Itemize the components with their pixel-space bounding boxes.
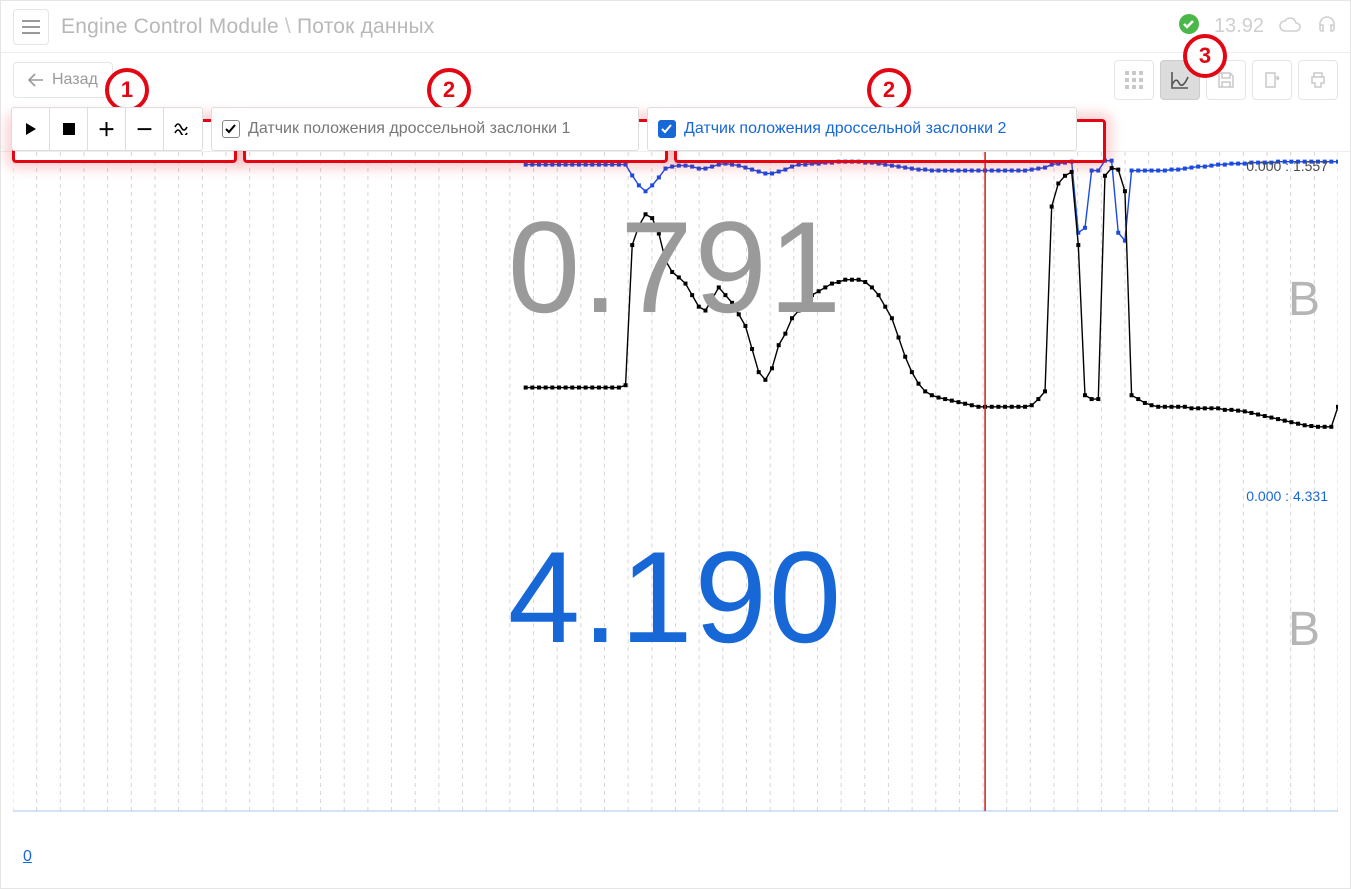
- battery-voltage: 13.92: [1214, 15, 1264, 38]
- sensor-1-range: 0.000 : 1.557: [1246, 158, 1328, 174]
- cloud-icon[interactable]: [1278, 15, 1302, 39]
- floppy-icon: [1216, 70, 1236, 90]
- wave-button[interactable]: [164, 108, 202, 150]
- zero-label[interactable]: 0: [23, 848, 32, 866]
- print-icon: [1308, 70, 1328, 90]
- arrow-left-icon: [28, 73, 44, 87]
- export-button[interactable]: [1252, 60, 1292, 100]
- sensor-2-range: 0.000 : 4.331: [1246, 488, 1328, 504]
- chart-area[interactable]: 0.791 В 0.000 : 1.557 4.190 В 0.000 : 4.…: [1, 151, 1350, 888]
- grid-view-button[interactable]: [1114, 60, 1154, 100]
- export-icon: [1262, 70, 1282, 90]
- play-button[interactable]: [12, 108, 50, 150]
- hamburger-icon: [22, 20, 40, 34]
- sensor-2-checkbox[interactable]: [658, 120, 676, 138]
- graph-view-button[interactable]: [1160, 60, 1200, 100]
- sensor-1-box[interactable]: Датчик положения дроссельной заслонки 1: [211, 107, 639, 151]
- stop-button[interactable]: [50, 108, 88, 150]
- play-icon: [25, 122, 37, 136]
- sensor-1-unit: В: [1288, 272, 1320, 327]
- menu-button[interactable]: [13, 9, 49, 45]
- breadcrumb-main: Engine Control Module: [61, 15, 279, 38]
- stop-icon: [63, 123, 75, 135]
- zoom-out-button[interactable]: －: [126, 108, 164, 150]
- back-button[interactable]: Назад: [13, 62, 113, 98]
- zoom-in-button[interactable]: ＋: [88, 108, 126, 150]
- sensor-2-label: Датчик положения дроссельной заслонки 2: [684, 120, 1006, 138]
- status-ok-icon: [1178, 13, 1200, 41]
- wave-icon: [174, 123, 192, 135]
- back-label: Назад: [52, 71, 98, 89]
- breadcrumb-sep: \: [285, 15, 291, 38]
- print-button[interactable]: [1298, 60, 1338, 100]
- headset-icon[interactable]: [1316, 13, 1338, 41]
- breadcrumb-sub: Поток данных: [297, 15, 435, 38]
- playback-control-group: ＋ －: [11, 107, 203, 151]
- save-button[interactable]: [1206, 60, 1246, 100]
- sensor-2-box[interactable]: Датчик положения дроссельной заслонки 2: [647, 107, 1077, 151]
- chart-svg: [13, 152, 1338, 851]
- graph-icon: [1169, 69, 1191, 91]
- breadcrumb: Engine Control Module \ Поток данных: [61, 15, 435, 39]
- sensor-2-unit: В: [1288, 602, 1320, 657]
- sensor-1-label: Датчик положения дроссельной заслонки 1: [248, 120, 570, 138]
- grid-icon: [1125, 71, 1143, 89]
- sensor-1-checkbox[interactable]: [222, 120, 240, 138]
